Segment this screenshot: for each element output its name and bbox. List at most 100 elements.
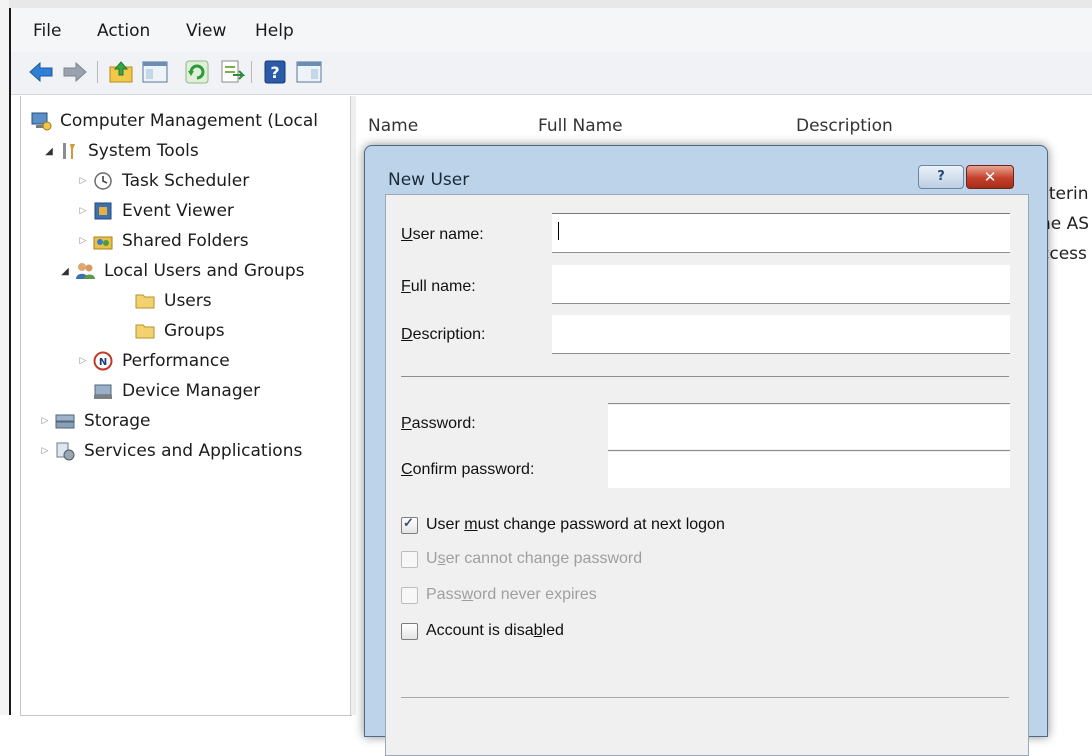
confirm-field-top-edge	[608, 450, 1010, 451]
password-field-top-edge	[608, 403, 1010, 404]
checkbox-box[interactable]	[401, 622, 418, 640]
tree-label: Event Viewer	[122, 201, 234, 221]
tree-label: Computer Management (Local	[60, 111, 318, 131]
window-left-edge	[0, 0, 11, 715]
device-manager-icon	[94, 384, 112, 399]
expand-arrow-icon[interactable]: ▷	[76, 236, 90, 246]
users-group-icon	[76, 263, 95, 279]
tree-item-system-tools[interactable]: ◢ System Tools	[42, 136, 199, 166]
clock-icon	[94, 172, 112, 190]
close-icon: ✕	[983, 168, 997, 186]
account-disabled-checkbox[interactable]: Account is disabled	[401, 622, 564, 640]
checkbox-box[interactable]	[401, 586, 418, 604]
computer-management-icon	[31, 112, 52, 131]
checkbox-label: Account is disabled	[426, 622, 564, 639]
expand-arrow-icon[interactable]: ▷	[76, 176, 90, 186]
window-top-edge	[9, 0, 1092, 8]
password-field[interactable]	[608, 405, 1010, 449]
shared-folder-icon	[93, 236, 113, 250]
show-hide-tree-icon[interactable]	[141, 58, 169, 86]
event-viewer-icon	[94, 202, 112, 220]
export-list-icon[interactable]	[217, 58, 245, 86]
back-icon[interactable]	[27, 58, 55, 86]
confirm-password-label: Confirm password:	[401, 461, 535, 478]
tree-item-services-applications[interactable]: ▷ Services and Applications	[38, 436, 303, 466]
password-never-expires-checkbox[interactable]: Password never expires	[401, 586, 597, 604]
tree-item-shared-folders[interactable]: ▷ Shared Folders	[76, 226, 249, 256]
menu-help[interactable]: Help	[255, 21, 294, 41]
tree-item-computer-management[interactable]: Computer Management (Local	[30, 106, 318, 136]
toolbar-separator	[251, 61, 252, 83]
close-button[interactable]: ✕	[966, 165, 1014, 189]
help-button[interactable]: ?	[918, 165, 964, 189]
svg-text:?: ?	[270, 63, 279, 82]
confirm-password-field[interactable]	[608, 452, 1010, 488]
tree-label: Users	[164, 291, 212, 311]
toolbar-separator	[97, 61, 98, 83]
checkmark-icon: ✓	[403, 514, 414, 530]
menu-bar: File Action View Help	[11, 8, 1092, 52]
question-icon: ?	[937, 169, 945, 184]
collapse-arrow-icon[interactable]: ◢	[42, 146, 56, 157]
storage-icon	[55, 414, 75, 429]
tree-item-local-users-groups[interactable]: ◢ Local Users and Groups	[58, 256, 304, 286]
toolbar: ?	[11, 52, 1092, 95]
user-name-label: User name:	[401, 226, 484, 243]
folder-icon	[135, 324, 155, 339]
tree-item-device-manager[interactable]: Device Manager	[92, 376, 260, 406]
password-label: Password:	[401, 415, 476, 432]
full-name-field[interactable]	[552, 265, 1010, 304]
forward-icon[interactable]	[61, 58, 89, 86]
menu-action[interactable]: Action	[97, 21, 150, 41]
action-pane-icon[interactable]	[295, 58, 323, 86]
menu-file[interactable]: File	[33, 21, 61, 41]
tree-label: Groups	[164, 321, 225, 341]
checkbox-label: User must change password at next logon	[426, 516, 725, 533]
help-icon[interactable]: ?	[261, 58, 289, 86]
user-name-field[interactable]	[552, 213, 1010, 253]
refresh-icon[interactable]	[183, 58, 211, 86]
tree-item-performance[interactable]: ▷ N Performance	[76, 346, 230, 376]
menu-view[interactable]: View	[186, 21, 226, 41]
tree-label: Shared Folders	[122, 231, 249, 251]
tree-label: System Tools	[88, 141, 199, 161]
tree-item-task-scheduler[interactable]: ▷ Task Scheduler	[76, 166, 250, 196]
tree-label: Local Users and Groups	[104, 261, 305, 281]
divider	[401, 376, 1009, 377]
collapse-arrow-icon[interactable]: ◢	[58, 266, 72, 277]
column-name[interactable]: Name	[368, 116, 418, 136]
tree-item-event-viewer[interactable]: ▷ Event Viewer	[76, 196, 234, 226]
full-name-label: Full name:	[401, 278, 476, 295]
description-field[interactable]	[552, 315, 1010, 354]
column-description[interactable]: Description	[796, 116, 893, 136]
svg-text:N: N	[99, 357, 107, 368]
checkbox-box[interactable]: ✓	[401, 514, 418, 534]
tree-label: Storage	[84, 411, 151, 431]
tree-label: Services and Applications	[84, 441, 303, 461]
text-caret	[558, 222, 559, 240]
folder-icon	[135, 294, 155, 309]
checkbox-box[interactable]	[401, 550, 418, 568]
tree-item-users[interactable]: Users	[134, 286, 212, 316]
column-full-name[interactable]: Full Name	[538, 116, 623, 136]
performance-icon: N	[93, 351, 113, 371]
tree-item-groups[interactable]: Groups	[134, 316, 225, 346]
tree-label: Device Manager	[122, 381, 261, 401]
up-folder-icon[interactable]	[107, 58, 135, 86]
tree-label: Performance	[122, 351, 230, 371]
description-label: Description:	[401, 326, 486, 343]
must-change-password-checkbox[interactable]: ✓ User must change password at next logo…	[401, 514, 725, 534]
checkbox-label: Password never expires	[426, 586, 597, 603]
tree-label: Task Scheduler	[122, 171, 250, 191]
cannot-change-password-checkbox[interactable]: User cannot change password	[401, 550, 642, 568]
dialog-body: User name: Full name: Description: Passw…	[385, 194, 1029, 756]
tree-item-storage[interactable]: ▷ Storage	[38, 406, 151, 436]
expand-arrow-icon[interactable]: ▷	[76, 206, 90, 216]
expand-arrow-icon[interactable]: ▷	[76, 356, 90, 366]
tools-icon	[63, 143, 75, 159]
checkbox-label: User cannot change password	[426, 550, 643, 567]
expand-arrow-icon[interactable]: ▷	[38, 446, 52, 456]
dialog-title: New User	[388, 170, 470, 190]
expand-arrow-icon[interactable]: ▷	[38, 416, 52, 426]
divider	[401, 697, 1009, 698]
